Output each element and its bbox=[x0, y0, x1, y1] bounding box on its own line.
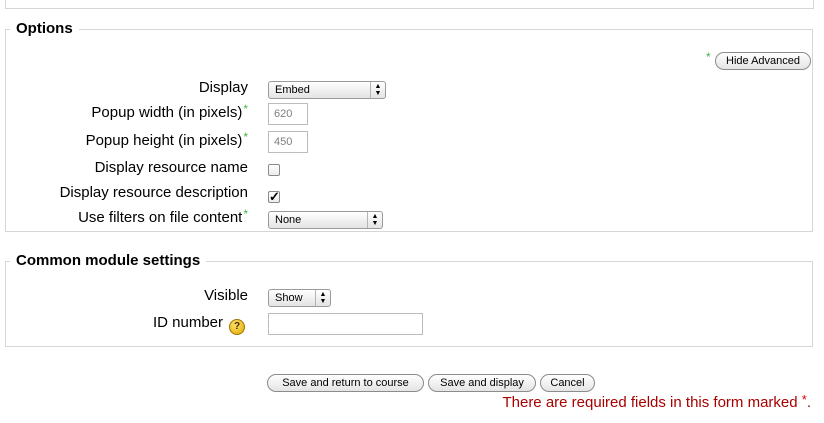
advanced-field-marker: * bbox=[243, 102, 248, 116]
idnumber-label: ID number? bbox=[153, 313, 245, 335]
visible-row: Visible Show ▲ ▼ bbox=[0, 286, 812, 308]
required-fields-note: There are required fields in this form m… bbox=[502, 392, 811, 411]
display-row: Display Embed ▲ ▼ bbox=[0, 78, 812, 100]
display-label: Display bbox=[198, 79, 248, 96]
save-and-display-button[interactable]: Save and display bbox=[428, 374, 536, 392]
visible-select[interactable]: Show ▲ ▼ bbox=[268, 289, 331, 307]
filters-select-value: None bbox=[275, 214, 302, 226]
show-description-row: Display resource description ✓ bbox=[0, 183, 812, 205]
popup-height-label: Popup height (in pixels)* bbox=[85, 130, 248, 149]
display-select[interactable]: Embed ▲ ▼ bbox=[268, 81, 386, 99]
popup-height-row: Popup height (in pixels)* bbox=[0, 130, 812, 153]
popup-width-input[interactable] bbox=[268, 103, 308, 125]
show-name-row: Display resource name bbox=[0, 158, 812, 180]
filters-label: Use filters on file content* bbox=[78, 207, 248, 226]
popup-height-input[interactable] bbox=[268, 131, 308, 153]
save-and-return-button[interactable]: Save and return to course bbox=[267, 374, 424, 392]
hide-advanced-button[interactable]: Hide Advanced bbox=[715, 52, 811, 70]
previous-fieldset-bottom bbox=[5, 0, 814, 9]
select-arrows-icon: ▲ ▼ bbox=[367, 212, 382, 228]
options-legend: Options bbox=[10, 20, 79, 38]
cancel-button[interactable]: Cancel bbox=[540, 374, 595, 392]
popup-width-label: Popup width (in pixels)* bbox=[91, 102, 248, 121]
advanced-field-marker: * bbox=[243, 207, 248, 221]
common-settings-legend: Common module settings bbox=[10, 252, 207, 270]
filters-select[interactable]: None ▲ ▼ bbox=[268, 211, 383, 229]
filters-row: Use filters on file content* None ▲ ▼ bbox=[0, 207, 812, 230]
visible-label: Visible bbox=[204, 287, 248, 304]
show-description-label: Display resource description bbox=[59, 184, 248, 201]
advanced-marker: * bbox=[706, 50, 711, 64]
select-arrows-icon: ▲ ▼ bbox=[370, 82, 385, 98]
show-description-checkbox[interactable]: ✓ bbox=[268, 189, 280, 204]
advanced-field-marker: * bbox=[243, 130, 248, 144]
popup-width-row: Popup width (in pixels)* bbox=[0, 102, 812, 125]
show-name-label: Display resource name bbox=[94, 159, 248, 176]
help-icon[interactable]: ? bbox=[229, 319, 245, 335]
display-select-value: Embed bbox=[275, 84, 310, 96]
checkmark-icon: ✓ bbox=[269, 189, 280, 204]
select-arrows-icon: ▲ ▼ bbox=[315, 290, 330, 306]
visible-select-value: Show bbox=[275, 292, 303, 304]
show-name-checkbox[interactable] bbox=[268, 164, 280, 176]
idnumber-input[interactable] bbox=[268, 313, 423, 335]
required-star: * bbox=[801, 392, 807, 407]
idnumber-row: ID number? bbox=[0, 313, 812, 335]
